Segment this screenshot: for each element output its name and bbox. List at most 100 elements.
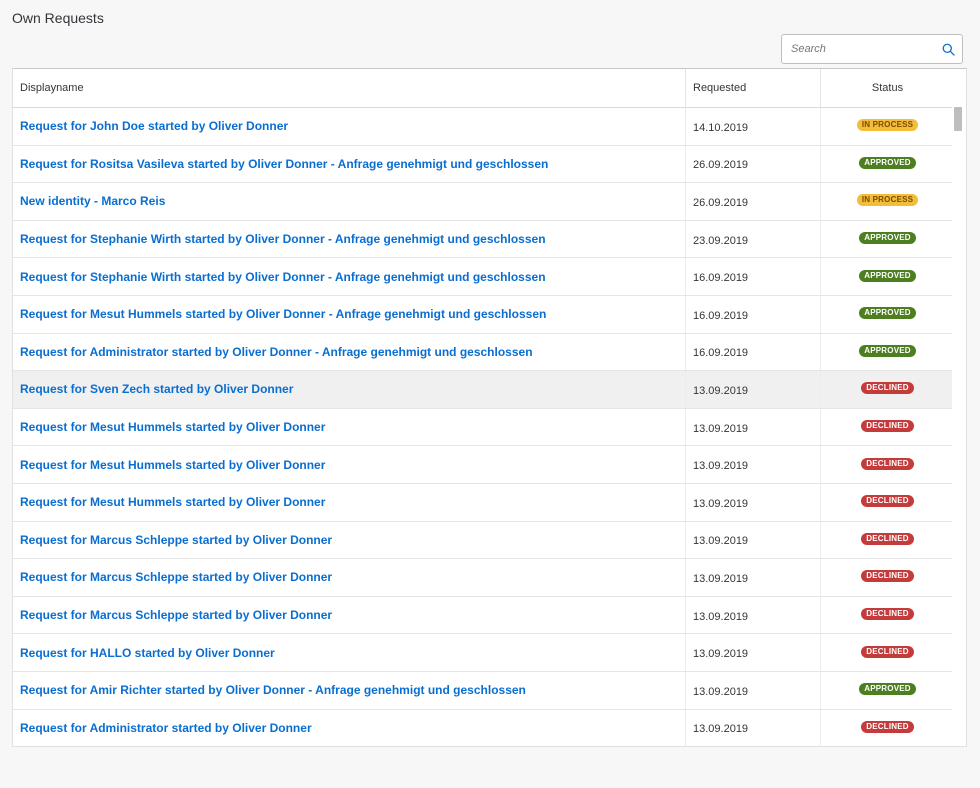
cell-status: DECLINED: [820, 521, 954, 559]
request-link[interactable]: New identity - Marco Reis: [20, 194, 165, 208]
request-link[interactable]: Request for Stephanie Wirth started by O…: [20, 270, 546, 284]
status-badge: DECLINED: [861, 570, 914, 583]
status-badge: APPROVED: [859, 156, 916, 169]
table-body: Request for John Doe started by Oliver D…: [13, 108, 966, 747]
cell-status: DECLINED: [820, 408, 954, 446]
scrollbar-thumb[interactable]: [954, 107, 962, 131]
vertical-scrollbar[interactable]: [952, 107, 966, 746]
cell-displayname: Request for Sven Zech started by Oliver …: [13, 371, 685, 408]
cell-status: DECLINED: [820, 596, 954, 634]
status-badge: DECLINED: [861, 608, 914, 621]
search-icon[interactable]: [934, 35, 962, 63]
requested-date: 26.09.2019: [693, 159, 749, 172]
table-row[interactable]: Request for Rositsa Vasileva started by …: [13, 145, 966, 184]
status-badge: APPROVED: [859, 232, 916, 245]
search-box[interactable]: [781, 34, 963, 64]
table-row[interactable]: Request for Administrator started by Oli…: [13, 709, 966, 747]
table-row[interactable]: Request for Administrator started by Oli…: [13, 333, 966, 372]
request-link[interactable]: Request for Marcus Schleppe started by O…: [20, 570, 332, 584]
requested-date: 13.09.2019: [693, 723, 749, 736]
requested-date: 16.09.2019: [693, 347, 749, 360]
requested-date: 16.09.2019: [693, 272, 749, 285]
request-link[interactable]: Request for Mesut Hummels started by Oli…: [20, 420, 325, 434]
status-badge: DECLINED: [861, 495, 914, 508]
cell-requested: 26.09.2019: [685, 183, 820, 220]
cell-displayname: Request for Mesut Hummels started by Oli…: [13, 296, 685, 333]
cell-displayname: Request for Stephanie Wirth started by O…: [13, 221, 685, 258]
table-row[interactable]: Request for Marcus Schleppe started by O…: [13, 521, 966, 560]
cell-requested: 13.09.2019: [685, 671, 820, 709]
request-link[interactable]: Request for Mesut Hummels started by Oli…: [20, 307, 546, 321]
cell-status: DECLINED: [820, 709, 954, 746]
cell-status: DECLINED: [820, 446, 954, 483]
requested-date: 13.09.2019: [693, 460, 749, 473]
cell-displayname: Request for Mesut Hummels started by Oli…: [13, 409, 685, 446]
cell-status: APPROVED: [820, 258, 954, 295]
cell-requested: 26.09.2019: [685, 145, 820, 183]
status-badge: DECLINED: [861, 457, 914, 470]
cell-displayname: Request for Marcus Schleppe started by O…: [13, 522, 685, 559]
request-link[interactable]: Request for Administrator started by Oli…: [20, 721, 312, 735]
cell-status: APPROVED: [820, 145, 954, 183]
status-badge: DECLINED: [861, 420, 914, 433]
requested-date: 13.09.2019: [693, 648, 749, 661]
status-badge: APPROVED: [859, 344, 916, 357]
table-row[interactable]: Request for Marcus Schleppe started by O…: [13, 596, 966, 635]
request-link[interactable]: Request for Sven Zech started by Oliver …: [20, 382, 293, 396]
request-link[interactable]: Request for Mesut Hummels started by Oli…: [20, 495, 325, 509]
table-row[interactable]: Request for Amir Richter started by Oliv…: [13, 671, 966, 710]
table-row[interactable]: Request for HALLO started by Oliver Donn…: [13, 634, 966, 672]
cell-displayname: Request for John Doe started by Oliver D…: [13, 108, 685, 145]
request-link[interactable]: Request for Marcus Schleppe started by O…: [20, 533, 332, 547]
page-title: Own Requests: [12, 10, 104, 26]
requested-date: 26.09.2019: [693, 196, 749, 209]
request-link[interactable]: Request for Stephanie Wirth started by O…: [20, 232, 546, 246]
table-row[interactable]: Request for Marcus Schleppe started by O…: [13, 559, 966, 597]
request-link[interactable]: Request for Rositsa Vasileva started by …: [20, 157, 548, 171]
status-badge: DECLINED: [861, 720, 914, 733]
request-link[interactable]: Request for John Doe started by Oliver D…: [20, 119, 288, 133]
table-row[interactable]: Request for Mesut Hummels started by Oli…: [13, 408, 966, 447]
table-row[interactable]: Request for Mesut Hummels started by Oli…: [13, 446, 966, 484]
cell-requested: 16.09.2019: [685, 333, 820, 371]
cell-status: APPROVED: [820, 333, 954, 371]
cell-requested: 13.09.2019: [685, 446, 820, 483]
cell-displayname: Request for Mesut Hummels started by Oli…: [13, 484, 685, 521]
table-row[interactable]: Request for Mesut Hummels started by Oli…: [13, 295, 966, 334]
table-row[interactable]: Request for Sven Zech started by Oliver …: [13, 371, 966, 409]
column-header-displayname[interactable]: Displayname: [13, 69, 685, 107]
requested-date: 13.09.2019: [693, 535, 749, 548]
cell-requested: 13.09.2019: [685, 521, 820, 559]
status-badge: APPROVED: [859, 269, 916, 282]
table-row[interactable]: Request for John Doe started by Oliver D…: [13, 108, 966, 146]
cell-requested: 13.09.2019: [685, 709, 820, 746]
table-row[interactable]: Request for Stephanie Wirth started by O…: [13, 220, 966, 259]
table-row[interactable]: Request for Stephanie Wirth started by O…: [13, 258, 966, 296]
request-link[interactable]: Request for Amir Richter started by Oliv…: [20, 683, 526, 697]
table-row[interactable]: Request for Mesut Hummels started by Oli…: [13, 483, 966, 522]
cell-requested: 13.09.2019: [685, 408, 820, 446]
request-link[interactable]: Request for Marcus Schleppe started by O…: [20, 608, 332, 622]
cell-displayname: Request for HALLO started by Oliver Donn…: [13, 634, 685, 671]
column-header-requested[interactable]: Requested: [685, 69, 820, 107]
table-row[interactable]: New identity - Marco Reis 26.09.2019 IN PR…: [13, 183, 966, 221]
request-link[interactable]: Request for Mesut Hummels started by Oli…: [20, 458, 325, 472]
status-badge: DECLINED: [861, 382, 914, 395]
cell-displayname: Request for Administrator started by Oli…: [13, 710, 685, 747]
column-header-status[interactable]: Status: [820, 69, 954, 107]
cell-displayname: Request for Marcus Schleppe started by O…: [13, 597, 685, 634]
requested-date: 14.10.2019: [693, 121, 749, 134]
cell-status: DECLINED: [820, 634, 954, 671]
cell-requested: 14.10.2019: [685, 108, 820, 145]
cell-requested: 16.09.2019: [685, 258, 820, 295]
request-link[interactable]: Request for Administrator started by Oli…: [20, 345, 533, 359]
status-badge: IN PROCESS: [856, 194, 919, 207]
search-input[interactable]: [782, 36, 934, 62]
cell-displayname: Request for Amir Richter started by Oliv…: [13, 672, 685, 709]
cell-displayname: Request for Rositsa Vasileva started by …: [13, 146, 685, 183]
cell-displayname: Request for Administrator started by Oli…: [13, 334, 685, 371]
cell-requested: 13.09.2019: [685, 634, 820, 671]
requested-date: 23.09.2019: [693, 234, 749, 247]
cell-requested: 23.09.2019: [685, 220, 820, 258]
request-link[interactable]: Request for HALLO started by Oliver Donn…: [20, 646, 275, 660]
